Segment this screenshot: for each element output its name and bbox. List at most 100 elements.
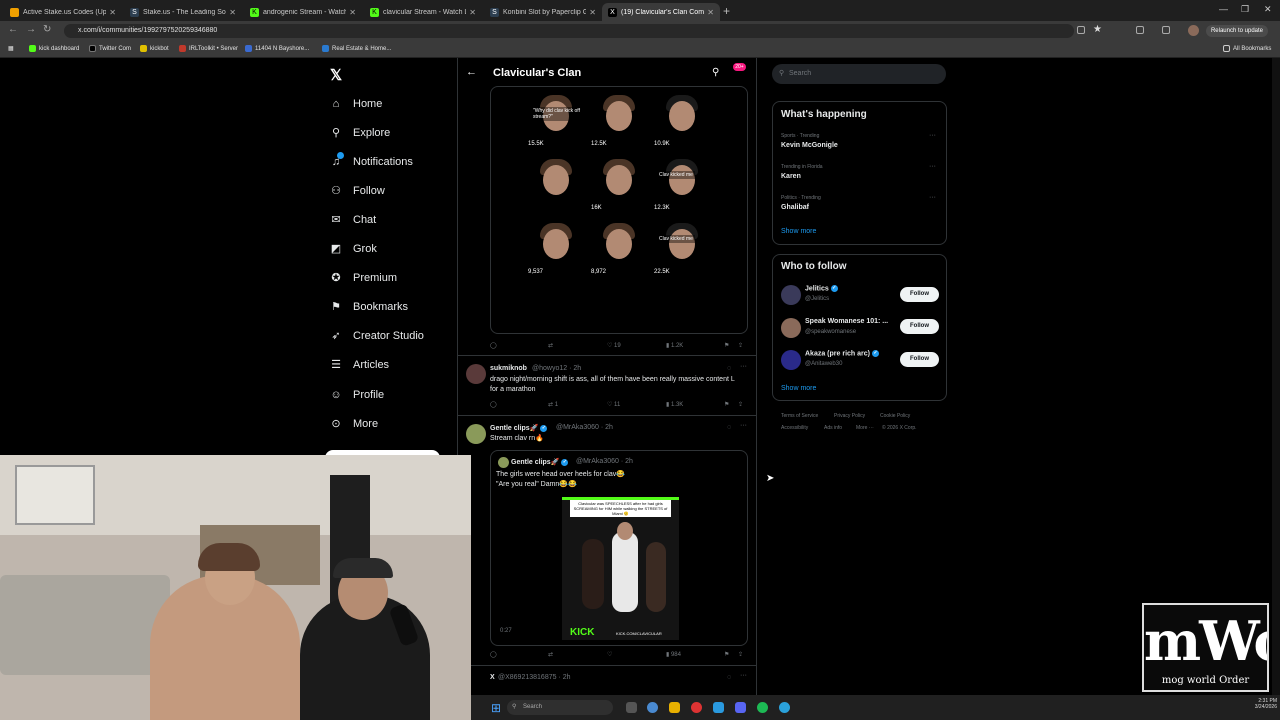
more-options-icon[interactable]: ··· bbox=[740, 422, 747, 429]
like-icon[interactable]: ♡ 11 bbox=[607, 401, 620, 408]
scrollbar[interactable] bbox=[1272, 58, 1280, 695]
media-thumb[interactable]: 8,972 bbox=[588, 215, 650, 278]
follow-button[interactable]: Follow bbox=[900, 352, 939, 367]
browser-tab[interactable]: Kclavicular Stream - Watch Live -✕ bbox=[364, 3, 482, 21]
reload-icon[interactable]: ↻ bbox=[43, 24, 51, 35]
media-thumb[interactable]: 10.9K bbox=[651, 87, 713, 150]
video-player[interactable]: Clavicular was SPEECHLESS after he had g… bbox=[562, 497, 679, 640]
repost-icon[interactable]: ⇄ bbox=[548, 342, 553, 349]
show-more-link[interactable]: Show more bbox=[781, 385, 816, 392]
show-more-link[interactable]: Show more bbox=[781, 228, 816, 235]
search-input[interactable]: ⚲ Search bbox=[772, 64, 946, 84]
nav-chat[interactable]: ✉ Chat bbox=[330, 214, 376, 226]
grok-icon[interactable]: ◌ bbox=[727, 365, 731, 372]
media-thumb[interactable]: Clav kicked me 22.5K bbox=[651, 215, 713, 278]
views-icon[interactable]: ▮ 984 bbox=[666, 651, 681, 658]
cast-icon[interactable] bbox=[1077, 26, 1085, 34]
nav-home[interactable]: ⌂ Home bbox=[330, 98, 383, 110]
more-options-icon[interactable]: ··· bbox=[929, 194, 936, 201]
bookmark-icon[interactable]: ⚑ bbox=[724, 342, 729, 349]
account-name[interactable]: Jelitics ✓ bbox=[805, 285, 838, 292]
close-tab-icon[interactable]: ✕ bbox=[229, 8, 236, 17]
author-handle[interactable]: @X869213816875 · 2h bbox=[498, 674, 571, 681]
follow-button[interactable]: Follow bbox=[900, 319, 939, 334]
url-input[interactable]: x.com/i/communities/1992797520259346880 bbox=[64, 24, 1074, 38]
views-icon[interactable]: ▮ 1.3K bbox=[666, 401, 683, 408]
close-window-icon[interactable]: ✕ bbox=[1264, 4, 1272, 15]
taskbar-search[interactable]: ⚲ Search bbox=[507, 700, 613, 715]
footer-link[interactable]: Accessibility bbox=[781, 425, 808, 431]
bookmark-item[interactable]: kickbot bbox=[140, 45, 169, 52]
like-icon[interactable]: ♡ 19 bbox=[607, 342, 621, 349]
author-handle[interactable]: @howyo12 · 2h bbox=[532, 365, 581, 372]
x-logo-icon[interactable]: 𝕏 bbox=[330, 66, 342, 84]
author-handle[interactable]: @MrAka3060 · 2h bbox=[556, 424, 613, 431]
browser-tab-active[interactable]: X(19) Clavicular's Clan Commun✕ bbox=[602, 3, 720, 21]
bookmark-icon[interactable]: ⚑ bbox=[724, 401, 729, 408]
media-grid[interactable]: "Why did clav kick off stream?" 15.5K 12.… bbox=[490, 86, 748, 334]
forward-icon[interactable]: → bbox=[26, 24, 36, 35]
more-options-icon[interactable]: ··· bbox=[740, 363, 747, 370]
profile-avatar[interactable] bbox=[1188, 25, 1199, 36]
media-thumb[interactable]: "Why did clav kick off stream?" 15.5K bbox=[525, 87, 587, 150]
chrome-icon[interactable] bbox=[691, 702, 702, 713]
apps-icon[interactable]: ▦ bbox=[8, 45, 14, 52]
edge-icon[interactable] bbox=[647, 702, 658, 713]
share-icon[interactable]: ⇪ bbox=[738, 342, 743, 349]
avatar[interactable] bbox=[781, 318, 801, 338]
app-icon[interactable] bbox=[713, 702, 724, 713]
sidebar-icon[interactable] bbox=[1162, 26, 1170, 34]
nav-grok[interactable]: ◩ Grok bbox=[330, 243, 377, 255]
back-arrow-icon[interactable]: ← bbox=[466, 66, 477, 78]
media-thumb[interactable]: Clav kicked me 12.3K bbox=[651, 151, 713, 214]
nav-premium[interactable]: ✪ Premium bbox=[330, 272, 397, 284]
more-options-icon[interactable]: ··· bbox=[929, 132, 936, 139]
trend-item[interactable]: Kevin McGonigle bbox=[781, 142, 838, 149]
more-options-icon[interactable]: ··· bbox=[740, 672, 747, 679]
author-name[interactable]: X bbox=[490, 674, 495, 681]
trend-item[interactable]: Ghalibaf bbox=[781, 204, 809, 211]
search-icon[interactable]: ⚲ bbox=[712, 67, 719, 78]
views-icon[interactable]: ▮ 1.2K bbox=[666, 342, 683, 349]
bookmark-item[interactable]: IRLToolkit • Server bbox=[179, 45, 238, 52]
footer-link[interactable]: Cookie Policy bbox=[880, 413, 910, 419]
browser-tab[interactable]: Active Stake.us Codes (Updated✕ bbox=[4, 3, 122, 21]
follow-button[interactable]: Follow bbox=[900, 287, 939, 302]
bookmark-item[interactable]: Twitter Com bbox=[89, 45, 131, 52]
author-name[interactable]: Gentle clips🚀 ✓ bbox=[490, 424, 548, 432]
nav-more[interactable]: ⊙ More bbox=[330, 418, 378, 430]
media-thumb[interactable] bbox=[525, 151, 587, 214]
account-name[interactable]: Akaza (pre rich arc) ✓ bbox=[805, 350, 879, 357]
task-view-icon[interactable] bbox=[626, 702, 637, 713]
file-explorer-icon[interactable] bbox=[669, 702, 680, 713]
nav-notifications[interactable]: ♫ Notifications bbox=[330, 152, 413, 168]
footer-link[interactable]: Privacy Policy bbox=[834, 413, 865, 419]
media-thumb[interactable]: 12.5K bbox=[588, 87, 650, 150]
close-tab-icon[interactable]: ✕ bbox=[707, 8, 714, 17]
repost-icon[interactable]: ⇄ 1 bbox=[548, 401, 558, 408]
nav-creator-studio[interactable]: ➶ Creator Studio bbox=[330, 330, 424, 342]
nav-profile[interactable]: ☺ Profile bbox=[330, 389, 384, 401]
footer-link[interactable]: Ads info bbox=[824, 425, 842, 431]
avatar[interactable] bbox=[466, 364, 486, 384]
close-tab-icon[interactable]: ✕ bbox=[469, 8, 476, 17]
reply-icon[interactable]: ◯ bbox=[490, 401, 497, 408]
discord-icon[interactable] bbox=[735, 702, 746, 713]
close-tab-icon[interactable]: ✕ bbox=[349, 8, 356, 17]
bookmark-item[interactable]: kick dashboard bbox=[29, 45, 79, 52]
trend-item[interactable]: Karen bbox=[781, 173, 801, 180]
nav-articles[interactable]: ☰ Articles bbox=[330, 359, 389, 371]
browser-tab[interactable]: SKonbini Slot by Paperclip Gam✕ bbox=[484, 3, 602, 21]
footer-link[interactable]: Terms of Service bbox=[781, 413, 818, 419]
media-thumb[interactable]: 16K bbox=[588, 151, 650, 214]
all-bookmarks[interactable]: All Bookmarks bbox=[1223, 45, 1271, 52]
avatar[interactable] bbox=[781, 350, 801, 370]
clock[interactable]: 2:31 PM 3/24/2026 bbox=[1241, 698, 1277, 710]
grok-icon[interactable]: ◌ bbox=[727, 424, 731, 431]
windows-start-icon[interactable]: ⊞ bbox=[491, 701, 501, 715]
bookmark-item[interactable]: Real Estate & Home... bbox=[322, 45, 391, 52]
reply-icon[interactable]: ◯ bbox=[490, 651, 497, 658]
relaunch-button[interactable]: Relaunch to update bbox=[1206, 25, 1268, 37]
bookmark-icon[interactable]: ⚑ bbox=[724, 651, 729, 658]
bookmark-item[interactable]: 11404 N Bayshore... bbox=[245, 45, 309, 52]
